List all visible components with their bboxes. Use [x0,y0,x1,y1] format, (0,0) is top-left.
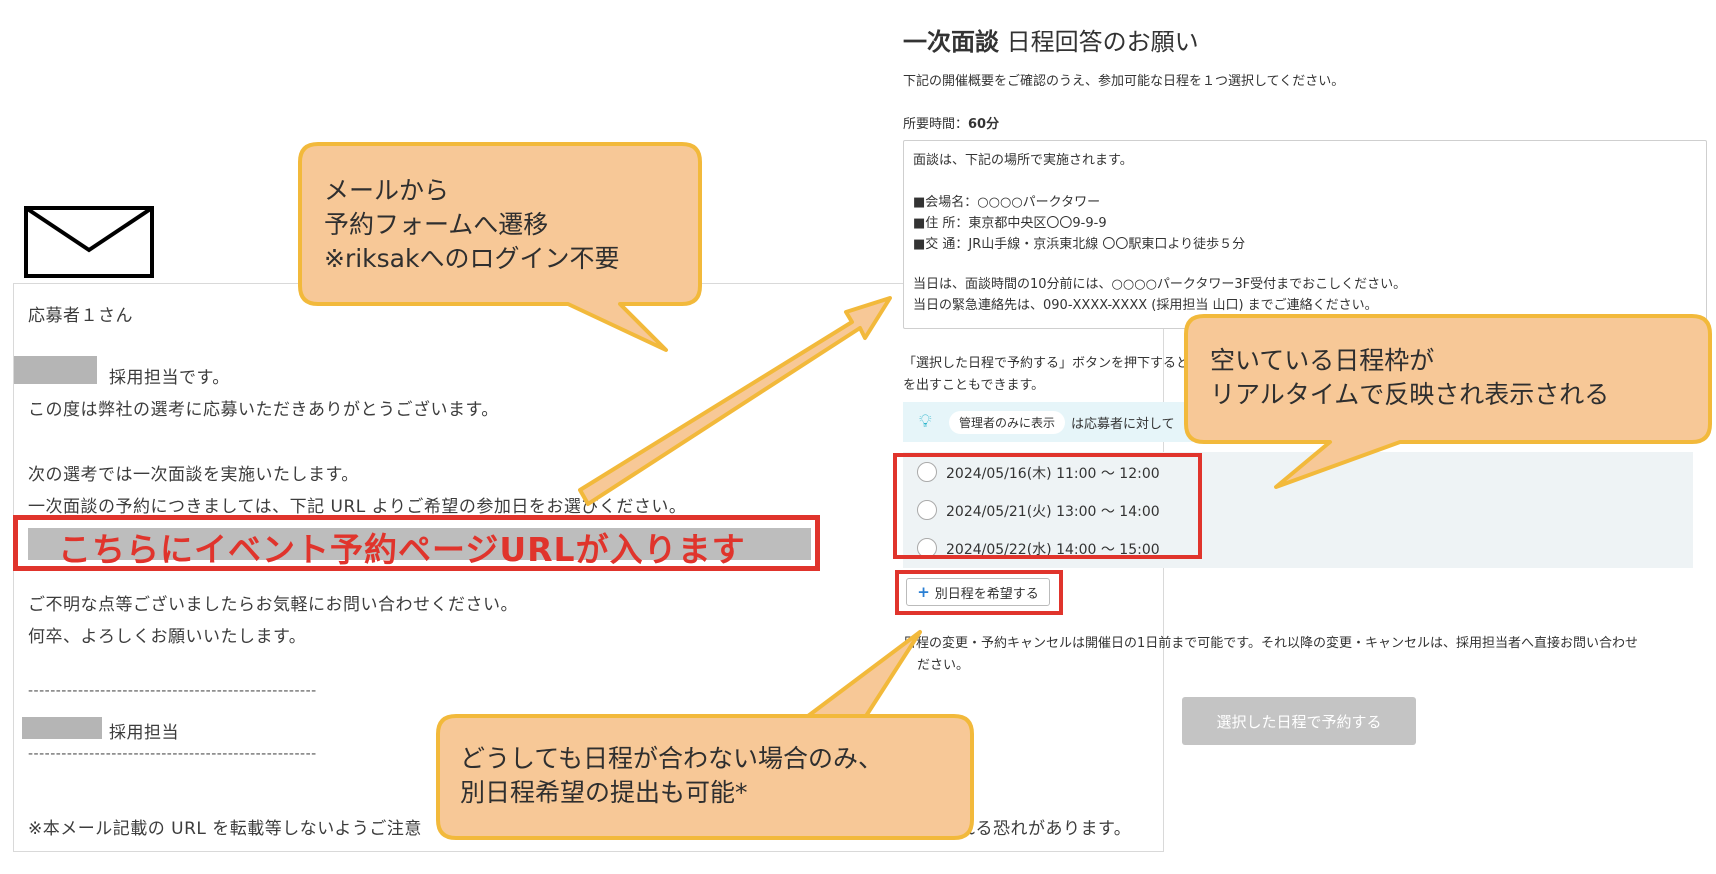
alt-button-highlight-frame [895,570,1063,615]
email-signature: 採用担当 [109,723,179,743]
duration-label: 所要時間： [903,117,969,132]
url-placeholder-text: こちらにイベント予約ページURLが入ります [58,530,746,569]
cancel-note-2: ださい。 [917,658,970,673]
email-divider-top: ----------------------------------------… [28,683,317,699]
email-footer-end: れる恐れがあります。 [958,819,1132,839]
redacted-company-name [14,356,97,384]
callout-line: ※riksakへのログイン不要 [324,244,620,273]
email-footer-start: ※本メール記載の URL を転載等しないようご注意 [28,819,422,839]
callout-line: どうしても日程が合わない場合のみ、 [460,744,884,773]
cancel-note-1: 日程の変更・予約キャンセルは開催日の1日前まで可能です。それ以降の変更・キャンセ… [903,636,1638,651]
button-note-2: を出すこともできます。 [903,378,1045,393]
info-line: 当日は、面談時間の10分前には、○○○○パークタワー3F受付までおこしください。 [913,277,1407,292]
callout-line: メールから [324,176,450,205]
redacted-signature-company [22,717,102,739]
form-subtitle: 下記の開催概要をご確認のうえ、参加可能な日程を１つ選択してください。 [903,74,1345,89]
reserve-selected-date-button[interactable]: 選択した日程で予約する [1182,697,1416,745]
callout-line: 別日程希望の提出も可能* [460,778,748,807]
email-thanks: この度は弊社の選考に応募いただきありがとうございます。 [28,400,499,420]
callout-mail-transition-text: メールから 予約フォームへ遷移 ※riksakへのログイン不要 [324,174,619,276]
info-line: ■交 通：JR山手線・京浜東北線 〇〇駅東口より徒歩５分 [913,237,1246,252]
admin-only-text: は応募者に対して [1071,417,1175,432]
email-closing: 何卒、よろしくお願いいたします。 [28,627,307,647]
form-title-rest: 日程回答のお願い [999,28,1199,56]
callout-line: リアルタイムで反映され表示される [1210,380,1610,409]
button-note-1: 「選択した日程で予約する」ボタンを押下すると [903,356,1190,371]
callout-alt-schedule-text: どうしても日程が合わない場合のみ、 別日程希望の提出も可能* [460,742,883,810]
form-title-bold: 一次面談 [903,28,999,56]
url-placeholder-banner[interactable]: こちらにイベント予約ページURLが入ります [13,515,820,571]
form-duration: 所要時間：60分 [903,113,999,132]
lightbulb-icon: 💡︎ [919,411,932,432]
event-info-box: 面談は、下記の場所で実施されます。 ■会場名：○○○○パークタワー ■住 所：東… [903,140,1707,329]
email-divider-bottom: ----------------------------------------… [28,746,317,762]
admin-only-note: 💡︎ 管理者のみに表示 は応募者に対して [903,402,1193,442]
email-greeting: 応募者１さん [28,306,133,326]
email-url-instruction: 一次面談の予約につきましては、下記 URL よりご希望の参加日をお選びください。 [28,497,687,517]
form-title: 一次面談 日程回答のお願い [903,22,1199,57]
callout-line: 予約フォームへ遷移 [324,210,549,239]
envelope-icon [24,206,154,278]
admin-only-badge: 管理者のみに表示 [949,411,1066,434]
info-line: ■会場名：○○○○パークタワー [913,195,1101,210]
time-slot-highlight-frame [893,453,1202,559]
email-sender-line: 採用担当です。 [109,368,230,388]
callout-realtime-text: 空いている日程枠が リアルタイムで反映され表示される [1210,344,1609,412]
duration-value: 60分 [968,117,1000,132]
info-line: ■住 所：東京都中央区〇〇9-9-9 [913,216,1107,231]
email-next-step: 次の選考では一次面談を実施いたします。 [28,465,359,485]
info-line: 面談は、下記の場所で実施されます。 [913,153,1133,168]
info-line: 当日の緊急連絡先は、090-XXXX-XXXX (採用担当 山口) までご連絡く… [913,298,1378,313]
callout-line: 空いている日程枠が [1210,346,1435,375]
email-contact: ご不明な点等ございましたらお気軽にお問い合わせください。 [28,595,518,615]
